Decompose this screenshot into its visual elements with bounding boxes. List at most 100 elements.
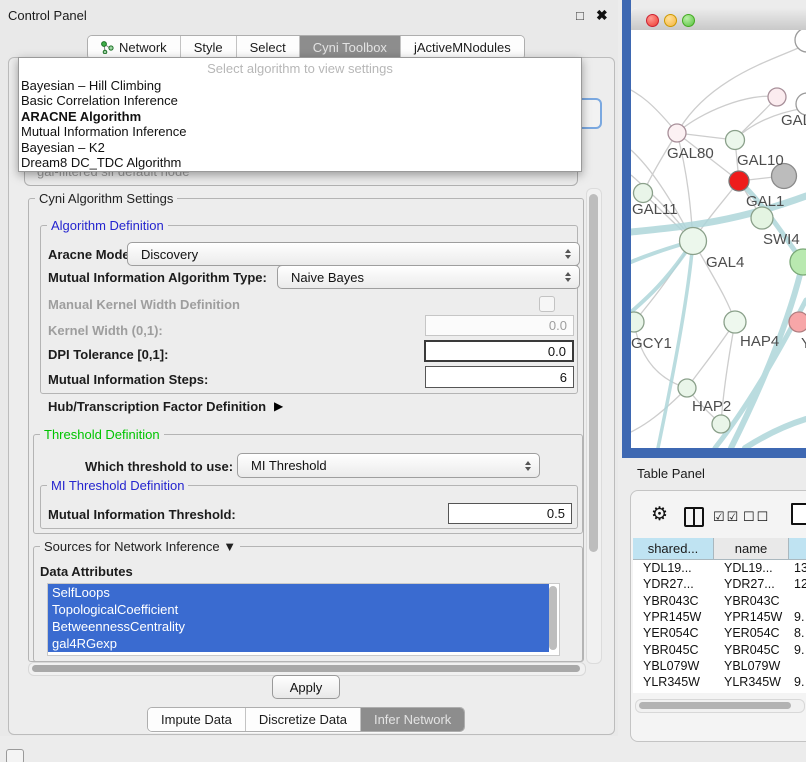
algorithm-definition-title: Algorithm Definition bbox=[47, 218, 168, 233]
node-label: HAP4 bbox=[740, 333, 779, 350]
export-table-icon[interactable] bbox=[791, 503, 806, 525]
column-header-name[interactable]: name bbox=[714, 538, 789, 560]
table-row[interactable]: YDR27... YDR27... 12 bbox=[633, 576, 806, 592]
combo-stepper-icon bbox=[565, 249, 571, 259]
table-header-row: shared... name bbox=[633, 538, 806, 560]
column-header-cut[interactable] bbox=[789, 538, 806, 560]
node-gcy1[interactable] bbox=[631, 312, 644, 332]
sources-group-title[interactable]: Sources for Network Inference ▼ bbox=[40, 539, 240, 554]
expand-right-icon[interactable]: ▶ bbox=[274, 399, 283, 413]
manual-kernel-checkbox[interactable] bbox=[539, 296, 555, 312]
node-label: GAL80 bbox=[667, 145, 714, 162]
settings-group-title: Cyni Algorithm Settings bbox=[35, 191, 177, 206]
table-row[interactable]: YBR043C YBR043C bbox=[633, 593, 806, 609]
network-window-frame-bottom bbox=[622, 448, 806, 458]
tab-cyni-toolbox[interactable]: Cyni Toolbox bbox=[300, 36, 401, 59]
mi-threshold-field[interactable]: 0.5 bbox=[448, 503, 572, 524]
settings-scrollbar-thumb[interactable] bbox=[589, 194, 598, 552]
node-gal-cut[interactable] bbox=[768, 88, 786, 106]
zoom-traffic-light-icon[interactable] bbox=[682, 14, 695, 27]
node-gal80[interactable] bbox=[668, 124, 686, 142]
attributes-scrollbar-thumb[interactable] bbox=[549, 586, 557, 650]
minimized-panel-icon[interactable] bbox=[6, 749, 24, 762]
table-row[interactable]: YBL079W YBL079W bbox=[633, 658, 806, 674]
apply-button[interactable]: Apply bbox=[272, 675, 340, 699]
node-label: GAL bbox=[781, 112, 806, 129]
dropdown-item-basic-correlation[interactable]: Basic Correlation Inference bbox=[19, 93, 581, 108]
list-item-gal4rgexp[interactable]: gal4RGexp bbox=[48, 635, 549, 652]
list-item-topologicalcoefficient[interactable]: TopologicalCoefficient bbox=[48, 601, 549, 618]
dpi-tolerance-field[interactable]: 0.0 bbox=[424, 340, 574, 362]
close-traffic-light-icon[interactable] bbox=[646, 14, 659, 27]
tab-jactivemnodules[interactable]: jActiveMNodules bbox=[401, 36, 524, 59]
float-window-icon[interactable]: □ bbox=[576, 8, 584, 23]
tab-style[interactable]: Style bbox=[181, 36, 237, 59]
collapse-down-icon[interactable]: ▼ bbox=[223, 539, 236, 554]
tab-discretize-data[interactable]: Discretize Data bbox=[246, 708, 361, 731]
table-row[interactable]: YBR045C YBR045C 9. bbox=[633, 641, 806, 657]
dropdown-item-bayesian-k2[interactable]: Bayesian – K2 bbox=[19, 140, 581, 155]
dropdown-item-aracne[interactable]: ARACNE Algorithm bbox=[19, 109, 581, 124]
columns-icon[interactable] bbox=[684, 507, 704, 527]
node-hap4[interactable] bbox=[724, 311, 746, 333]
table-row[interactable]: YDL19... YDL19... 13 bbox=[633, 560, 806, 576]
node-gal11[interactable] bbox=[634, 184, 653, 203]
mi-type-combo[interactable]: Naive Bayes bbox=[277, 265, 580, 289]
settings-scrollbar-track[interactable] bbox=[586, 188, 602, 664]
node-unlabeled-bottom[interactable] bbox=[712, 415, 730, 433]
mi-steps-label: Mutual Information Steps: bbox=[48, 372, 208, 387]
node-label: GAL11 bbox=[632, 201, 678, 218]
node-gal4[interactable] bbox=[680, 228, 707, 255]
node-pink-right[interactable] bbox=[789, 312, 806, 332]
table-panel-title: Table Panel bbox=[637, 466, 705, 481]
dpi-tolerance-label: DPI Tolerance [0,1]: bbox=[48, 347, 168, 362]
dropdown-item-mutual-information[interactable]: Mutual Information Inference bbox=[19, 124, 581, 139]
table-body: YDL19... YDL19... 13 YDR27... YDR27... 1… bbox=[633, 560, 806, 693]
mi-steps-field[interactable]: 6 bbox=[425, 366, 574, 388]
list-item-selfloops[interactable]: SelfLoops bbox=[48, 584, 549, 601]
network-window-frame-left bbox=[622, 0, 631, 458]
mi-type-label: Mutual Information Algorithm Type: bbox=[48, 270, 267, 285]
node-gal10[interactable] bbox=[726, 131, 745, 150]
table-hscrollbar-track[interactable] bbox=[635, 699, 805, 713]
column-header-shared-name[interactable]: shared... bbox=[633, 538, 714, 560]
aracne-mode-label: Aracne Mode: bbox=[48, 247, 134, 262]
screen: Control Panel □ ✖ Network Style Select C… bbox=[0, 0, 806, 762]
table-row[interactable]: YIL052C YIL052C 9. bbox=[633, 690, 806, 693]
table-hscrollbar-thumb[interactable] bbox=[639, 702, 791, 709]
unchecked-columns-icon[interactable]: ☐☐ bbox=[743, 509, 770, 525]
data-attributes-list: SelfLoops TopologicalCoefficient Between… bbox=[47, 583, 560, 656]
kernel-width-label: Kernel Width (0,1): bbox=[48, 323, 163, 338]
hub-section-header[interactable]: Hub/Transcription Factor Definition bbox=[48, 399, 266, 414]
aracne-mode-combo[interactable]: Discovery bbox=[127, 242, 580, 266]
tab-impute-data[interactable]: Impute Data bbox=[148, 708, 246, 731]
table-row[interactable]: YER054C YER054C 8. bbox=[633, 625, 806, 641]
table-row[interactable]: YPR145W YPR145W 9. bbox=[633, 609, 806, 625]
which-threshold-combo[interactable]: MI Threshold bbox=[237, 453, 540, 478]
tab-select[interactable]: Select bbox=[237, 36, 300, 59]
tab-network[interactable]: Network bbox=[88, 36, 181, 59]
node-gal1[interactable] bbox=[729, 171, 749, 191]
node-swi4[interactable] bbox=[751, 207, 773, 229]
kernel-width-field[interactable]: 0.0 bbox=[425, 315, 574, 336]
node-label: HAP2 bbox=[692, 398, 731, 415]
network-canvas[interactable]: GAL GAL80 GAL10 GAL1 GAL11 SWI4 GAL4 GCY… bbox=[631, 30, 806, 448]
settings-hscrollbar-thumb[interactable] bbox=[32, 665, 580, 672]
node-label: GAL4 bbox=[706, 254, 744, 271]
close-panel-icon[interactable]: ✖ bbox=[596, 7, 608, 24]
mi-threshold-group-title: MI Threshold Definition bbox=[47, 478, 188, 493]
bottom-tabbar: Impute Data Discretize Data Infer Networ… bbox=[147, 707, 465, 732]
checked-columns-icon[interactable]: ☑☑ bbox=[713, 509, 740, 525]
gear-icon[interactable]: ⚙ bbox=[651, 503, 668, 526]
network-window-titlebar[interactable] bbox=[631, 8, 806, 31]
table-row[interactable]: YLR345W YLR345W 9. bbox=[633, 674, 806, 690]
node-bright-green[interactable] bbox=[790, 249, 806, 275]
combo-stepper-icon bbox=[565, 272, 571, 282]
minimize-traffic-light-icon[interactable] bbox=[664, 14, 677, 27]
dropdown-item-dream8[interactable]: Dream8 DC_TDC Algorithm bbox=[19, 155, 581, 170]
node-hap2[interactable] bbox=[678, 379, 696, 397]
dropdown-item-bayesian-hill[interactable]: Bayesian – Hill Climbing bbox=[19, 78, 581, 93]
settings-hscrollbar-track[interactable] bbox=[28, 662, 586, 676]
list-item-betweennesscentrality[interactable]: BetweennessCentrality bbox=[48, 618, 549, 635]
tab-infer-network[interactable]: Infer Network bbox=[361, 708, 464, 731]
